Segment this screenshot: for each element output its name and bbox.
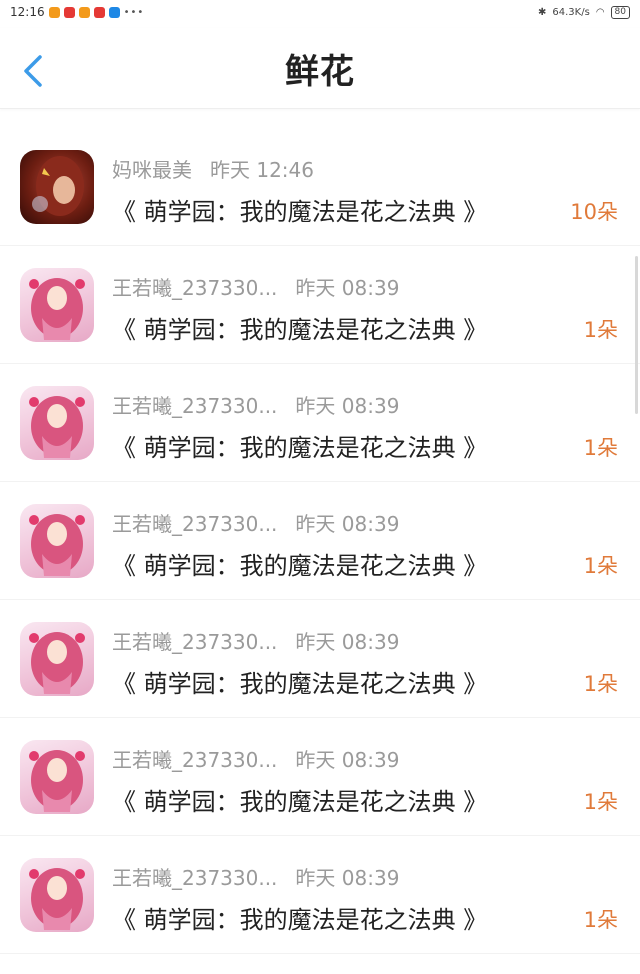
flower-count: 1朵 <box>583 436 618 460</box>
avatar[interactable] <box>20 150 94 224</box>
chevron-left-icon <box>24 55 42 87</box>
list-item[interactable]: 王若曦_237330... 昨天 08:39 《 萌学园：我的魔法是花之法典 》 1朵 <box>0 246 640 364</box>
timestamp: 昨天 08:39 <box>295 630 400 654</box>
notification-icon-3 <box>78 6 90 18</box>
book-title[interactable]: 《 萌学园：我的魔法是花之法典 》 <box>112 782 487 817</box>
wifi-icon: ◠ <box>595 6 605 18</box>
avatar-portrait <box>29 750 85 812</box>
notification-icon-5 <box>108 6 120 18</box>
timestamp: 昨天 08:39 <box>295 512 400 536</box>
bluetooth-icon: ✱ <box>538 6 547 18</box>
book-title[interactable]: 《 萌学园：我的魔法是花之法典 》 <box>112 428 487 463</box>
username[interactable]: 妈咪最美 <box>112 154 192 183</box>
timestamp: 昨天 12:46 <box>210 158 314 182</box>
timestamp: 昨天 08:39 <box>295 866 400 890</box>
list-item[interactable]: 王若曦_237330... 昨天 08:39 《 萌学园：我的魔法是花之法典 》 1朵 <box>0 482 640 600</box>
avatar[interactable] <box>20 858 94 932</box>
list-item[interactable]: 妈咪最美 昨天 12:46 《 萌学园：我的魔法是花之法典 》 10朵 <box>0 128 640 246</box>
more-notifications-icon: ••• <box>123 6 145 18</box>
avatar-portrait <box>29 396 85 458</box>
meta-line: 王若曦_237330... 昨天 08:39 <box>112 390 399 419</box>
avatar[interactable] <box>20 622 94 696</box>
meta-line: 王若曦_237330... 昨天 08:39 <box>112 272 399 301</box>
book-title[interactable]: 《 萌学园：我的魔法是花之法典 》 <box>112 192 487 227</box>
avatar-portrait <box>29 868 85 930</box>
avatar[interactable] <box>20 386 94 460</box>
flower-list: 妈咪最美 昨天 12:46 《 萌学园：我的魔法是花之法典 》 10朵王若曦_2373… <box>0 128 640 954</box>
avatar-portrait <box>29 632 85 694</box>
avatar-portrait <box>32 156 84 216</box>
list-item[interactable]: 王若曦_237330... 昨天 08:39 《 萌学园：我的魔法是花之法典 》 1朵 <box>0 364 640 482</box>
meta-line: 王若曦_237330... 昨天 08:39 <box>112 508 399 537</box>
flower-count: 1朵 <box>583 318 618 342</box>
meta-line: 王若曦_237330... 昨天 08:39 <box>112 744 399 773</box>
avatar-portrait <box>29 278 85 340</box>
timestamp: 昨天 08:39 <box>295 748 400 772</box>
status-time: 12:16 <box>10 5 45 19</box>
list-item[interactable]: 王若曦_237330... 昨天 08:39 《 萌学园：我的魔法是花之法典 》 1朵 <box>0 836 640 954</box>
avatar[interactable] <box>20 740 94 814</box>
username[interactable]: 王若曦_237330... <box>112 862 277 891</box>
notification-icon-1 <box>48 6 60 18</box>
list-item[interactable]: 王若曦_237330... 昨天 08:39 《 萌学园：我的魔法是花之法典 》 1朵 <box>0 718 640 836</box>
status-bar: 12:16 ••• ✱ 64.3K/s ◠ 80 <box>0 0 640 24</box>
page-title: 鲜花 <box>285 51 355 92</box>
battery-icon: 80 <box>610 5 630 19</box>
status-right: ✱ 64.3K/s ◠ 80 <box>538 5 630 19</box>
back-button[interactable] <box>16 54 50 88</box>
username[interactable]: 王若曦_237330... <box>112 744 277 773</box>
nav-bar: 鲜花 <box>0 28 640 109</box>
meta-line: 王若曦_237330... 昨天 08:39 <box>112 626 399 655</box>
meta-line: 王若曦_237330... 昨天 08:39 <box>112 862 399 891</box>
username[interactable]: 王若曦_237330... <box>112 508 277 537</box>
meta-line: 妈咪最美 昨天 12:46 <box>112 154 314 183</box>
status-left: 12:16 ••• <box>10 5 144 19</box>
flower-count: 1朵 <box>583 790 618 814</box>
flower-count: 1朵 <box>583 554 618 578</box>
book-title[interactable]: 《 萌学园：我的魔法是花之法典 》 <box>112 546 487 581</box>
book-title[interactable]: 《 萌学园：我的魔法是花之法典 》 <box>112 310 487 345</box>
flower-count: 10朵 <box>570 200 618 224</box>
username[interactable]: 王若曦_237330... <box>112 272 277 301</box>
avatar[interactable] <box>20 268 94 342</box>
timestamp: 昨天 08:39 <box>295 394 400 418</box>
notification-icon-4 <box>93 6 105 18</box>
username[interactable]: 王若曦_237330... <box>112 390 277 419</box>
scrollbar[interactable] <box>635 256 638 414</box>
flower-count: 1朵 <box>583 908 618 932</box>
list-item[interactable]: 王若曦_237330... 昨天 08:39 《 萌学园：我的魔法是花之法典 》 1朵 <box>0 600 640 718</box>
username[interactable]: 王若曦_237330... <box>112 626 277 655</box>
notification-icon-2 <box>63 6 75 18</box>
network-speed: 64.3K/s <box>552 6 590 18</box>
avatar-portrait <box>29 514 85 576</box>
book-title[interactable]: 《 萌学园：我的魔法是花之法典 》 <box>112 664 487 699</box>
timestamp: 昨天 08:39 <box>295 276 400 300</box>
avatar[interactable] <box>20 504 94 578</box>
book-title[interactable]: 《 萌学园：我的魔法是花之法典 》 <box>112 900 487 935</box>
flower-count: 1朵 <box>583 672 618 696</box>
